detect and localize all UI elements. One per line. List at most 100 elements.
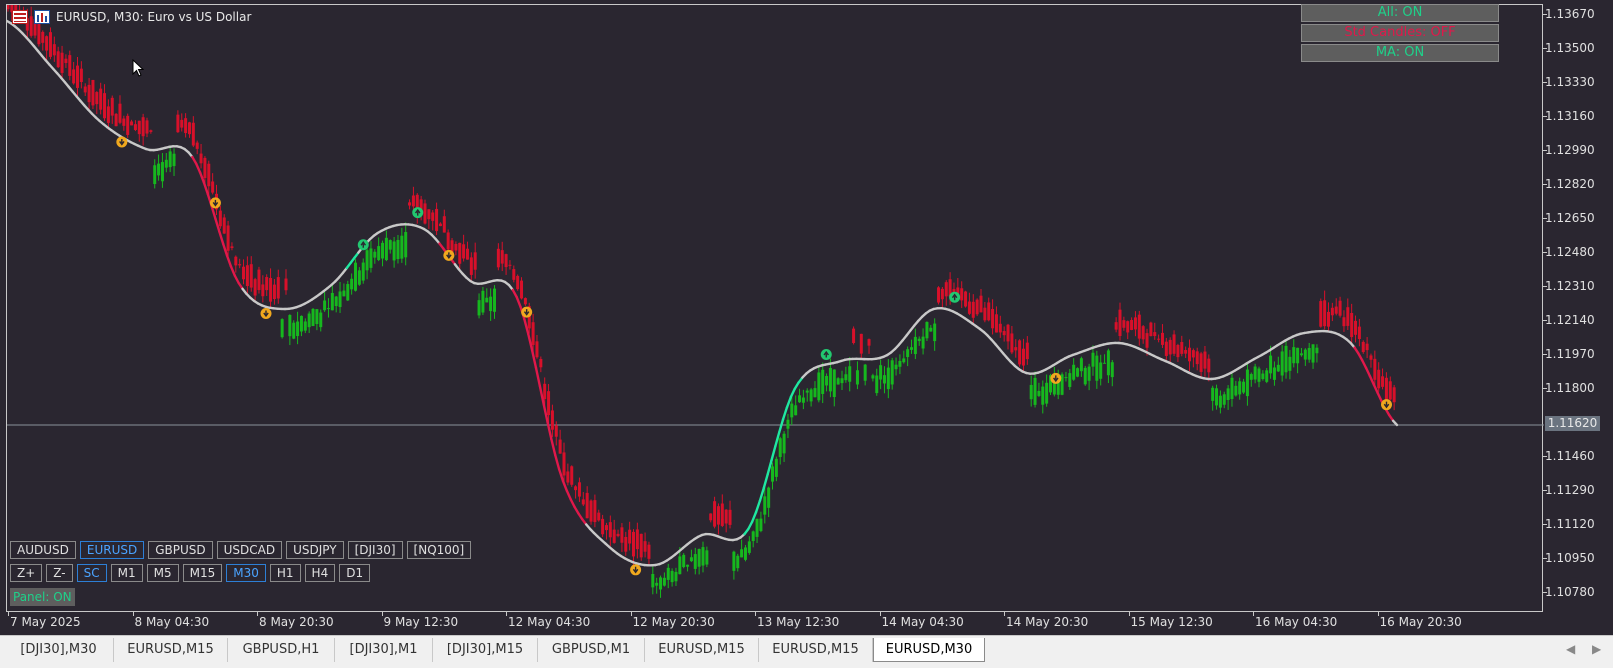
time-axis-tick [755, 612, 756, 616]
panel-toggle-button[interactable]: Panel: ON [10, 588, 75, 606]
bull-candle [292, 323, 295, 339]
bull-candle [165, 160, 168, 168]
bull-candle [883, 375, 886, 383]
bear-candle [1115, 322, 1118, 329]
price-axis-label: 1.11800 [1545, 381, 1595, 395]
time-axis[interactable]: 7 May 20258 May 04:308 May 20:309 May 12… [0, 612, 1543, 634]
bear-candle [84, 87, 87, 93]
timeframe-button-m30[interactable]: M30 [226, 564, 266, 582]
price-chart[interactable] [7, 5, 1544, 613]
bear-candle [1169, 340, 1172, 355]
bull-candle [810, 389, 813, 401]
timeframe-button-m1[interactable]: M1 [111, 564, 143, 582]
time-axis-tick [631, 612, 632, 616]
timeframe-button-z-[interactable]: Z- [46, 564, 72, 582]
chart-tab[interactable]: EURUSD,M30 [873, 638, 985, 662]
timeframe-button-h1[interactable]: H1 [270, 564, 301, 582]
symbol-button-eurusd[interactable]: EURUSD [80, 541, 144, 559]
bull-candle [1242, 382, 1245, 393]
timeframe-button-m5[interactable]: M5 [147, 564, 179, 582]
chart-window[interactable]: EURUSD, M30: Euro vs US Dollar All: ONSt… [0, 0, 1613, 635]
symbol-button-usdjpy[interactable]: USDJPY [286, 541, 343, 559]
tab-scroll-right-icon[interactable]: ▶ [1592, 642, 1601, 656]
symbol-button-gbpusd[interactable]: GBPUSD [148, 541, 212, 559]
bear-candle [466, 249, 469, 260]
bear-candle [111, 98, 114, 116]
ma-segment [235, 276, 239, 283]
price-axis-label: 1.10950 [1545, 551, 1595, 565]
ma-segment [787, 397, 791, 407]
chart-tab[interactable]: EURUSD,M15 [114, 638, 228, 662]
bear-candle [516, 276, 519, 289]
bull-candle [798, 395, 801, 402]
bear-candle [269, 278, 272, 302]
bull-candle [871, 375, 874, 378]
timeframe-button-h4[interactable]: H4 [305, 564, 336, 582]
bull-candle [902, 358, 905, 362]
chart-plot-area[interactable] [6, 4, 1543, 612]
bull-candle [1261, 374, 1264, 380]
symbol-button-dji30[interactable]: [DJI30] [348, 541, 403, 559]
timeframe-button-m15[interactable]: M15 [183, 564, 223, 582]
buy-signal-icon [949, 292, 960, 303]
bear-candle [597, 513, 600, 521]
bear-candle [1161, 333, 1164, 345]
bear-candle [1153, 332, 1156, 336]
bull-candle [1072, 365, 1075, 380]
bear-candle [435, 209, 438, 231]
bear-candle [1122, 320, 1125, 328]
bull-candle [296, 322, 299, 336]
chart-tab[interactable]: [DJI30],M15 [433, 638, 538, 662]
bear-candle [555, 425, 558, 436]
ma-segment [528, 334, 532, 350]
indicator-toggle-button[interactable]: Std Candles: OFF [1301, 24, 1499, 42]
timeframe-button-zplus[interactable]: Z+ [10, 564, 42, 582]
bull-candle [393, 241, 396, 260]
bull-candle [1084, 368, 1087, 384]
chart-tab[interactable]: GBPUSD,H1 [228, 638, 335, 662]
bear-candle [49, 32, 52, 57]
time-axis-tick [1378, 612, 1379, 616]
ma-segment [1362, 360, 1366, 368]
bear-candle [1377, 370, 1380, 389]
bull-candle [300, 316, 303, 332]
bull-candle [1269, 356, 1272, 374]
bear-candle [223, 217, 226, 233]
time-axis-label: 14 May 04:30 [882, 615, 964, 629]
chart-bars-icon[interactable] [34, 10, 50, 24]
symbol-button-usdcad[interactable]: USDCAD [217, 541, 282, 559]
indicator-toggle-button[interactable]: All: ON [1301, 4, 1499, 22]
bull-candle [331, 293, 334, 310]
price-axis[interactable]: 1.136701.135001.133301.131601.129901.128… [1543, 0, 1613, 612]
timeframe-button-d1[interactable]: D1 [339, 564, 370, 582]
chart-tab[interactable]: [DJI30],M1 [335, 638, 433, 662]
buy-signal-icon [821, 349, 832, 360]
symbol-button-nq100[interactable]: [NQ100] [407, 541, 472, 559]
timeframe-button-sc[interactable]: SC [77, 564, 107, 582]
bull-candle [288, 315, 291, 336]
chart-tab[interactable]: EURUSD,M15 [759, 638, 873, 662]
bear-candle [1176, 345, 1179, 357]
bear-candle [126, 116, 129, 135]
bear-candle [1180, 342, 1183, 354]
bear-candle [605, 525, 608, 530]
bear-candle [188, 122, 191, 134]
bull-candle [1111, 362, 1114, 377]
bull-candle [1080, 358, 1083, 371]
moving-average [7, 21, 1397, 565]
time-axis-label: 8 May 20:30 [259, 615, 334, 629]
chart-grid-icon[interactable] [12, 10, 28, 24]
chart-tab[interactable]: GBPUSD,M1 [538, 638, 645, 662]
bear-candle [624, 537, 627, 552]
symbol-button-audusd[interactable]: AUDUSD [10, 541, 76, 559]
bull-candle [759, 519, 762, 531]
indicator-toggle-button[interactable]: MA: ON [1301, 44, 1499, 62]
bear-candle [1385, 378, 1388, 403]
chart-tab[interactable]: EURUSD,M15 [645, 638, 759, 662]
bull-candle [339, 291, 342, 307]
chart-tab[interactable]: [DJI30],M30 [4, 638, 114, 662]
bull-candle [1250, 374, 1253, 380]
tab-scroll-left-icon[interactable]: ◀ [1566, 642, 1575, 656]
bull-candle [1037, 391, 1040, 396]
bear-candle [551, 410, 554, 429]
